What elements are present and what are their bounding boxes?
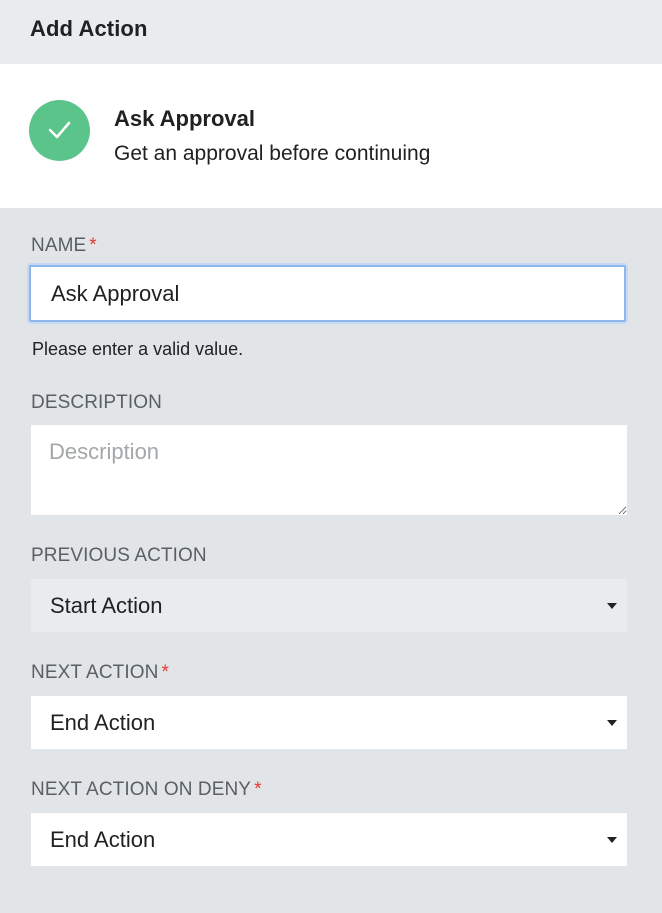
next-action-value: End Action (50, 710, 156, 735)
required-marker: * (254, 779, 262, 800)
next-action-label: NEXT ACTION * (31, 662, 169, 684)
required-marker: * (161, 662, 169, 683)
action-type-title: Ask Approval (114, 106, 256, 131)
name-label-text: NAME (31, 235, 87, 256)
panel-header: Add Action (0, 0, 662, 64)
name-label: NAME * (31, 235, 97, 257)
next-action-select[interactable]: End Action (31, 696, 627, 749)
name-helper-text: Please enter a valid value. (32, 339, 244, 359)
next-action-on-deny-label-text: NEXT ACTION ON DENY (31, 779, 252, 800)
previous-action-label: PREVIOUS ACTION (31, 545, 207, 566)
panel-title: Add Action (30, 16, 148, 41)
previous-action-value: Start Action (50, 593, 163, 618)
caret-down-icon (607, 837, 617, 843)
next-action-on-deny-select[interactable]: End Action (31, 813, 627, 866)
action-type-description: Get an approval before continuing (114, 142, 431, 165)
next-action-on-deny-label: NEXT ACTION ON DENY * (31, 779, 262, 801)
caret-down-icon (607, 603, 617, 609)
description-textarea[interactable] (31, 425, 627, 515)
caret-down-icon (607, 720, 617, 726)
required-marker: * (89, 235, 97, 256)
name-input[interactable] (29, 265, 626, 322)
action-type-card: Ask Approval Get an approval before cont… (0, 64, 662, 208)
next-action-on-deny-value: End Action (50, 827, 156, 852)
check-icon (29, 100, 90, 161)
description-label: DESCRIPTION (31, 392, 162, 413)
next-action-label-text: NEXT ACTION (31, 662, 159, 683)
previous-action-select[interactable]: Start Action (31, 579, 627, 632)
